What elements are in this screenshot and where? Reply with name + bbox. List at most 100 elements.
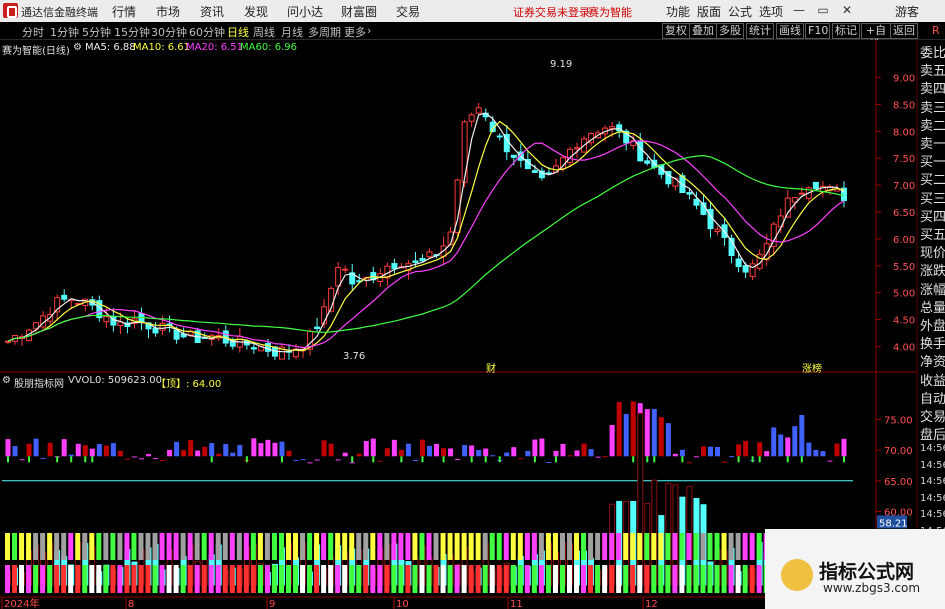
kline-chart[interactable]: 58.21 9.00 8.50 8.00 7.50 7.00 6.50 6.00 5.50 5.… <box>0 40 945 609</box>
side-panel-item[interactable]: 14:56 <box>920 457 945 475</box>
restore-icon[interactable]: ▭ <box>814 2 832 18</box>
side-panel-item[interactable]: 卖四 <box>920 81 945 99</box>
menu-info[interactable]: 资讯 <box>200 3 224 20</box>
side-panel-item[interactable]: 总量 <box>920 300 945 318</box>
side-panel-item[interactable]: 14:56 <box>920 490 945 508</box>
signal-strip-upper <box>257 533 263 560</box>
indicator-settings-icon[interactable]: ⚙ <box>2 375 11 386</box>
period-weekly[interactable]: 周线 <box>253 24 275 40</box>
indicator-tick-bar <box>758 456 761 463</box>
signal-strip-upper <box>342 533 348 560</box>
signal-strip-lower <box>749 565 755 593</box>
side-panel-item[interactable]: 买三 <box>920 191 945 209</box>
menu-wealth-circle[interactable]: 财富圈 <box>341 3 377 20</box>
period-15min[interactable]: 15分钟 <box>114 24 150 40</box>
signal-strip-lower <box>180 565 186 593</box>
side-panel-item[interactable]: 卖二 <box>920 118 945 136</box>
signal-strip-upper <box>545 533 551 560</box>
menu-ask[interactable]: 问小达 <box>287 3 323 20</box>
menu-market[interactable]: 市场 <box>156 3 180 20</box>
minimize-icon[interactable]: — <box>790 2 808 18</box>
side-panel-item[interactable]: 买二 <box>920 172 945 190</box>
price-tick-label: 6.50 <box>893 208 915 219</box>
mark-button[interactable]: 标记 <box>832 23 860 39</box>
side-panel-item[interactable]: 外盘 <box>920 318 945 336</box>
back-button[interactable]: 返回 <box>890 23 918 39</box>
adjust-button[interactable]: 复权 <box>662 23 690 39</box>
side-panel-item[interactable]: 卖三 <box>920 100 945 118</box>
indicator-bar <box>307 462 313 464</box>
signal-strip-lower <box>510 565 516 593</box>
period-daily[interactable]: 日线 <box>227 24 249 40</box>
period-60min[interactable]: 60分钟 <box>189 24 225 40</box>
side-panel-item[interactable]: 买四 <box>920 209 945 227</box>
indicator-tick-bar <box>842 456 845 463</box>
signal-strip-lower <box>356 565 362 593</box>
period-more[interactable]: 更多 <box>344 24 366 40</box>
candle-body <box>574 147 581 150</box>
guest-user[interactable]: 游客 <box>895 3 919 20</box>
add-watchlist-button[interactable]: +自选 <box>861 23 891 51</box>
side-panel-item[interactable]: 涨幅 <box>920 282 945 300</box>
menu-trade[interactable]: 交易 <box>396 3 420 20</box>
side-panel-item[interactable]: 14:56 <box>920 506 945 524</box>
side-panel-item[interactable]: 收益 <box>920 373 945 391</box>
event-finance-marker[interactable]: 财 <box>486 360 496 375</box>
menu-formula[interactable]: 公式 <box>728 3 752 20</box>
side-panel-item[interactable]: 自动 <box>920 391 945 409</box>
indicator-bar <box>279 441 285 457</box>
period-multi[interactable]: 多周期 <box>308 24 341 40</box>
signal-strip-lower <box>567 565 572 593</box>
indicator-bar <box>715 447 721 457</box>
side-panel-item[interactable]: 换手 <box>920 336 945 354</box>
period-30min[interactable]: 30分钟 <box>151 24 187 40</box>
signal-strip-lower <box>166 565 172 593</box>
side-panel-item[interactable]: 卖一 <box>920 136 945 154</box>
indicator-bar <box>581 443 587 457</box>
period-1min[interactable]: 1分钟 <box>50 24 79 40</box>
menu-market-quotes[interactable]: 行情 <box>112 3 136 20</box>
more-arrow-icon[interactable]: › <box>367 24 371 37</box>
side-panel-item[interactable]: 委比 <box>920 45 945 63</box>
side-panel-item[interactable]: 买一 <box>920 154 945 172</box>
menu-options[interactable]: 选项 <box>759 3 783 20</box>
side-panel-item[interactable]: 现价 <box>920 245 945 263</box>
signal-strip-lower <box>19 565 25 593</box>
signal-strip-upper <box>152 533 158 560</box>
price-tick-label: 5.00 <box>893 289 915 300</box>
event-top-list-marker[interactable]: 涨榜 <box>802 360 822 375</box>
indicator-tick-bar <box>554 456 557 463</box>
multi-stock-button[interactable]: 多股 <box>716 23 744 39</box>
period-5min[interactable]: 5分钟 <box>82 24 111 40</box>
side-panel-item[interactable]: 14:56 <box>920 440 945 458</box>
signal-strip-upper <box>489 533 495 560</box>
indicator-bar <box>272 442 278 457</box>
side-panel-item[interactable]: 卖五 <box>920 63 945 81</box>
indicator-tick-bar <box>400 456 403 463</box>
f10-button[interactable]: F10 <box>805 23 830 39</box>
menu-layout[interactable]: 版面 <box>697 3 721 20</box>
statistics-button[interactable]: 统计 <box>746 23 774 39</box>
indicator-bar <box>736 444 742 457</box>
side-panel-item[interactable]: 买五 <box>920 227 945 245</box>
signal-strip-upper <box>19 533 25 560</box>
side-panel-item[interactable]: 14:56 <box>920 473 945 491</box>
overlay-button[interactable]: 叠加 <box>689 23 717 39</box>
signal-strip-lower <box>243 565 249 593</box>
menu-discover[interactable]: 发现 <box>244 3 268 20</box>
side-panel-item[interactable]: 涨跌 <box>920 263 945 281</box>
period-toolbar: 分时 1分钟 5分钟 15分钟 30分钟 60分钟 日线 周线 月线 多周期 更… <box>0 22 945 51</box>
indicator-bar <box>539 438 545 457</box>
side-panel-item[interactable]: 交易 <box>920 409 945 427</box>
side-panel-item[interactable]: 净资 <box>920 354 945 372</box>
close-icon[interactable]: ✕ <box>838 2 856 18</box>
draw-line-button[interactable]: 画线 <box>776 23 804 39</box>
indicator-bar <box>504 452 510 457</box>
signal-strip-upper <box>61 533 67 560</box>
settings-gear-icon[interactable]: ⚙ <box>73 42 82 53</box>
period-timeshare[interactable]: 分时 <box>22 24 44 40</box>
signal-strip-lower <box>574 565 580 593</box>
signal-strip-upper <box>328 533 334 560</box>
menu-function[interactable]: 功能 <box>666 3 690 20</box>
period-monthly[interactable]: 月线 <box>281 24 303 40</box>
